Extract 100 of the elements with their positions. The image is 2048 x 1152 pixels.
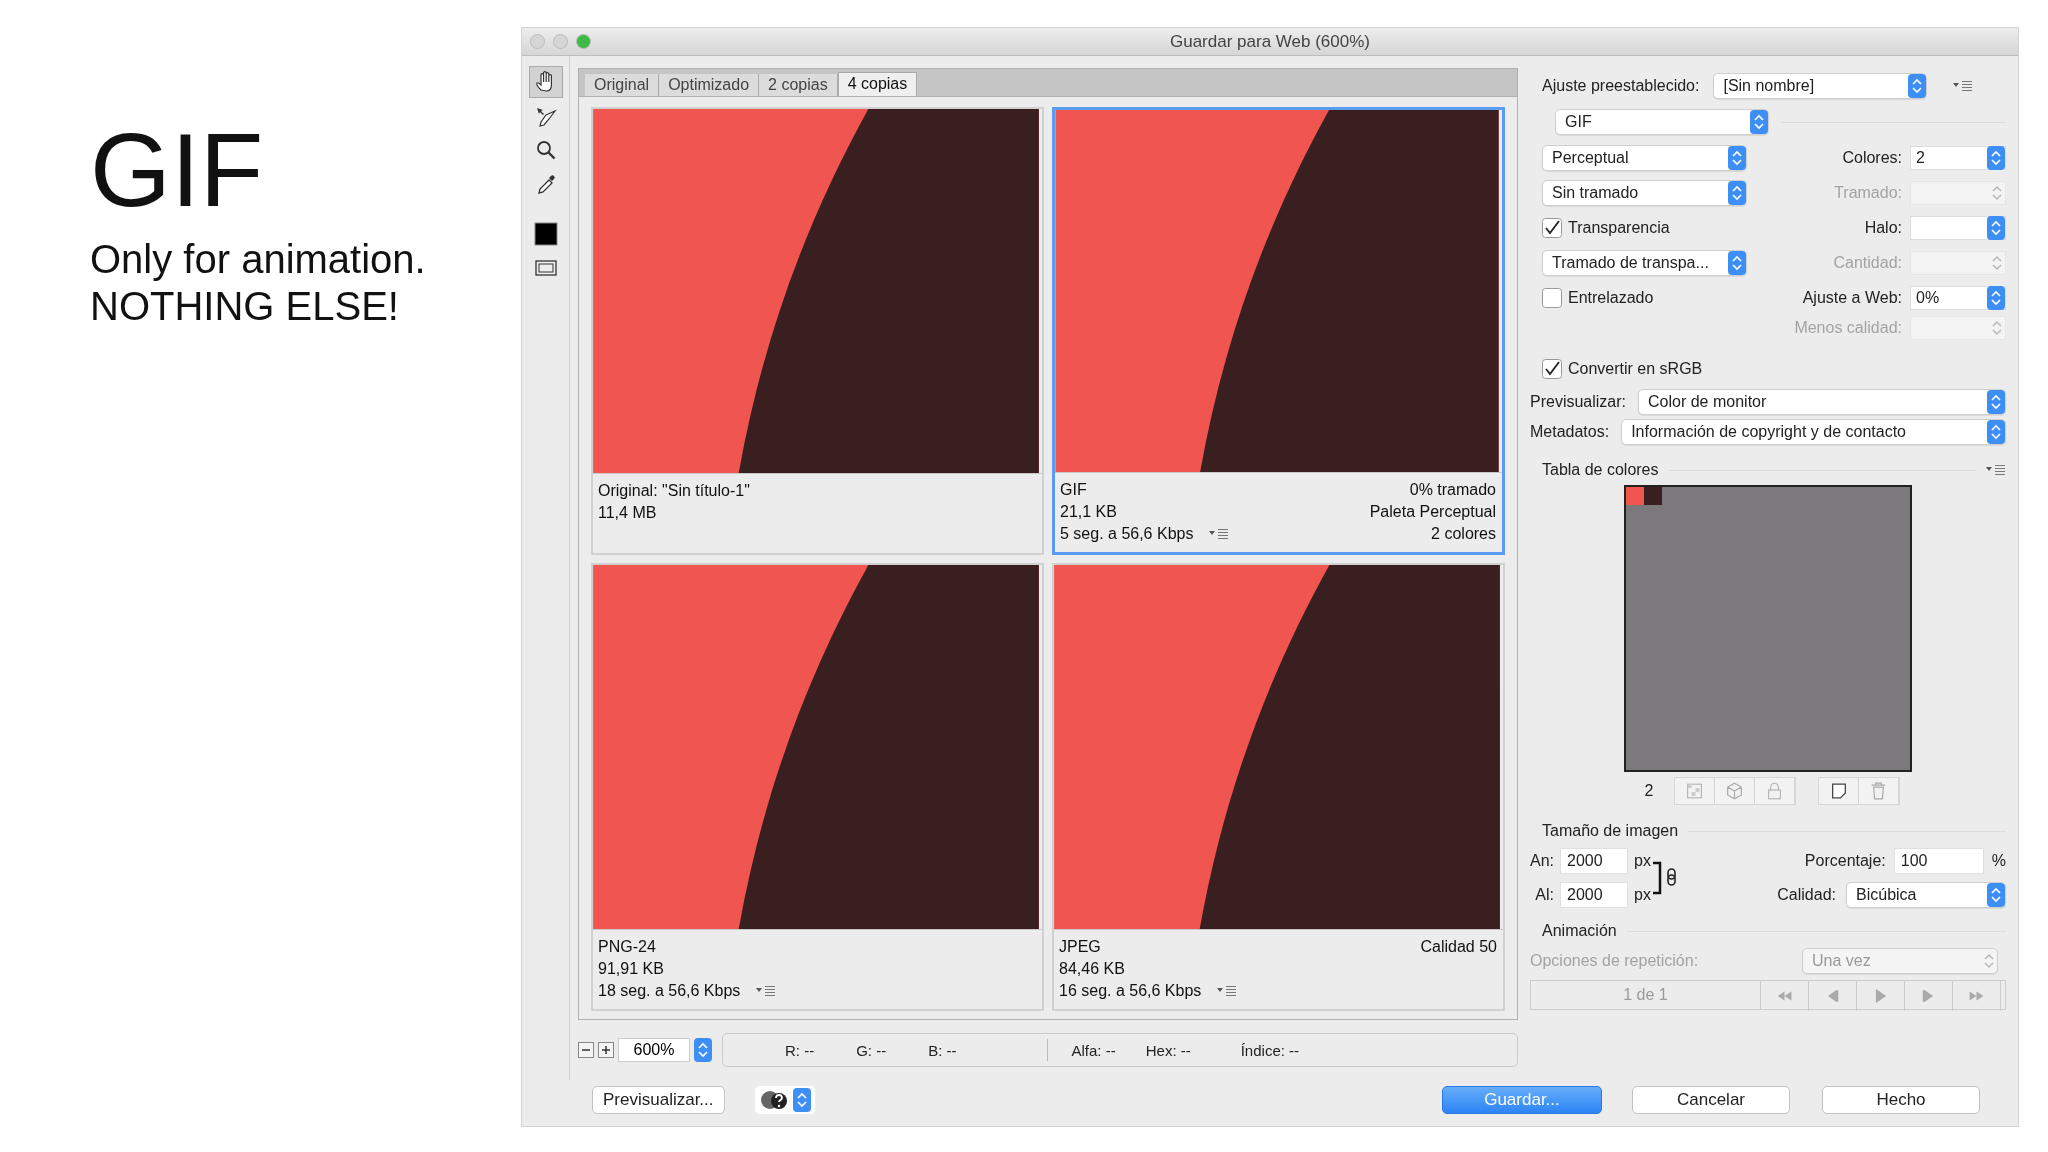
caption-text: 2 colores xyxy=(1431,524,1496,544)
number-field[interactable]: 0% xyxy=(1910,285,2006,310)
percent-field[interactable]: 100 xyxy=(1893,848,1984,874)
readout-text: Índice: -- xyxy=(1240,1041,1300,1059)
unit-label: px xyxy=(1634,852,1651,870)
unit-label: % xyxy=(1991,852,2006,870)
field-label: Halo: xyxy=(1863,218,1902,237)
field-label: An: xyxy=(1530,852,1554,870)
menu-icon[interactable] xyxy=(1953,80,1974,92)
action-button[interactable]: Cancelar xyxy=(1632,1086,1790,1114)
caption-text: 16 seg. a 56,6 Kbps xyxy=(1059,981,1202,1001)
checkbox-label: Transparencia xyxy=(1568,218,1670,237)
frame-counter: 1 de 1 xyxy=(1531,981,1761,1009)
stepper-icon xyxy=(792,1088,811,1112)
caption-text: 91,91 KB xyxy=(598,959,664,979)
action-button[interactable]: Previsualizar... xyxy=(592,1086,725,1114)
checkbox[interactable] xyxy=(1542,359,1562,379)
section-title: Tabla de colores xyxy=(1542,461,1659,479)
stepper-icon xyxy=(1987,420,2005,444)
caption-text: 84,46 KB xyxy=(1059,959,1125,979)
option-dropdown[interactable]: Perceptual xyxy=(1542,144,1747,171)
stepper-icon xyxy=(694,1038,712,1062)
menu-icon[interactable] xyxy=(1986,464,2006,476)
checkbox[interactable] xyxy=(1542,217,1562,238)
stepper-icon xyxy=(1987,390,2005,414)
readout-text: B: -- xyxy=(928,1041,957,1059)
checkbox-label: Entrelazado xyxy=(1568,288,1654,307)
color-swatch[interactable] xyxy=(1644,487,1662,505)
section-title: Animación xyxy=(1542,922,1617,940)
caption-text: 21,1 KB xyxy=(1060,502,1117,522)
zoom-in-icon[interactable] xyxy=(598,1042,614,1058)
stepper-icon xyxy=(1987,145,2005,170)
view-tab[interactable]: Optimizado xyxy=(659,74,760,96)
color-count: 2 xyxy=(1643,782,1655,800)
readout-text: Alfa: -- xyxy=(1071,1041,1116,1059)
preview-pane[interactable]: GIF 21,1 KB 5 seg. a 56,6 Kbps 0% tramado Paleta Perceptual 2 colores xyxy=(1052,107,1505,555)
field-label: Al: xyxy=(1535,886,1554,904)
menu-icon[interactable] xyxy=(756,985,777,997)
preset-dropdown[interactable]: [Sin nombre] xyxy=(1713,73,1928,99)
field-label: Tramado: xyxy=(1833,183,1902,202)
metadata-dropdown[interactable]: Información de copyright y de contacto xyxy=(1621,419,2006,445)
option-dropdown[interactable]: Tramado de transpa... xyxy=(1542,249,1747,276)
stepper-icon xyxy=(1987,285,2005,310)
number-field[interactable] xyxy=(1910,215,2006,240)
field-label: Porcentaje: xyxy=(1804,852,1886,870)
zoom-button[interactable] xyxy=(576,34,591,49)
checkbox[interactable] xyxy=(1542,287,1562,308)
size-field[interactable]: 2000 xyxy=(1560,882,1628,908)
metadata-label: Metadatos: xyxy=(1530,423,1610,441)
preview-label: Previsualizar: xyxy=(1530,393,1627,411)
field-label: Ajuste a Web: xyxy=(1801,288,1902,307)
stepper-icon xyxy=(1987,883,2005,907)
number-field[interactable]: 2 xyxy=(1910,145,2006,170)
readout-text: G: -- xyxy=(856,1041,887,1059)
caption-text: GIF xyxy=(1060,480,1087,500)
caption-text: 18 seg. a 56,6 Kbps xyxy=(598,981,741,1001)
caption-text: Paleta Perceptual xyxy=(1369,502,1496,522)
section-title: Tamaño de imagen xyxy=(1542,822,1679,840)
caption-text: JPEG xyxy=(1059,937,1101,957)
browser-preview-button[interactable] xyxy=(754,1086,815,1114)
field-label: Colores: xyxy=(1841,148,1902,167)
stepper-icon xyxy=(1987,215,2005,240)
preview-dropdown[interactable]: Color de monitor xyxy=(1638,389,2006,415)
readout-text: R: -- xyxy=(785,1041,815,1059)
slide-text: NOTHING ELSE! xyxy=(90,283,400,330)
caption-text: Original: "Sin título-1" xyxy=(598,481,750,501)
unit-label: px xyxy=(1634,886,1651,904)
caption-text: 0% tramado xyxy=(1409,480,1496,500)
menu-icon[interactable] xyxy=(1209,528,1230,540)
stepper-icon xyxy=(1728,180,1746,205)
zoom-out-icon[interactable] xyxy=(578,1042,594,1058)
color-swatch[interactable] xyxy=(1626,487,1644,505)
caption-text: 11,4 MB xyxy=(598,503,657,523)
view-tab[interactable]: Original xyxy=(585,74,660,96)
action-button[interactable]: Hecho xyxy=(1822,1086,1980,1114)
slide-text: Only for animation. xyxy=(90,236,427,283)
preview-pane[interactable]: Original: "Sin título-1" 11,4 MB xyxy=(591,107,1044,555)
window-title: Guardar para Web (600%) xyxy=(1170,31,1370,51)
caption-text: Calidad 50 xyxy=(1420,937,1497,957)
format-dropdown[interactable]: GIF xyxy=(1555,109,1769,135)
zoom-field[interactable]: 600% xyxy=(618,1038,690,1062)
size-field[interactable]: 2000 xyxy=(1560,848,1628,874)
quality-dropdown[interactable]: Bicúbica xyxy=(1846,882,2006,908)
stepper-icon xyxy=(1750,110,1768,134)
preview-pane[interactable]: PNG-24 91,91 KB 18 seg. a 56,6 Kbps xyxy=(591,563,1044,1011)
slide-title: GIF xyxy=(90,118,265,222)
field-label: Opciones de repetición: xyxy=(1530,952,1699,970)
field-label: Calidad: xyxy=(1777,886,1836,904)
view-tab[interactable]: 4 copias xyxy=(837,72,918,96)
view-tab[interactable]: 2 copias xyxy=(759,74,838,96)
preview-pane[interactable]: JPEG 84,46 KB 16 seg. a 56,6 Kbps Calidad 50 xyxy=(1052,563,1505,1011)
stepper-icon xyxy=(1728,250,1746,275)
checkbox-label: Convertir en sRGB xyxy=(1568,360,1703,378)
caption-text: 5 seg. a 56,6 Kbps xyxy=(1060,524,1194,544)
menu-icon[interactable] xyxy=(1217,985,1238,997)
color-swatch-icon[interactable] xyxy=(533,222,558,246)
stepper-icon xyxy=(1908,74,1927,98)
caption-text: PNG-24 xyxy=(598,937,656,957)
option-dropdown[interactable]: Sin tramado xyxy=(1542,179,1747,206)
readout-text: Hex: -- xyxy=(1145,1041,1191,1059)
